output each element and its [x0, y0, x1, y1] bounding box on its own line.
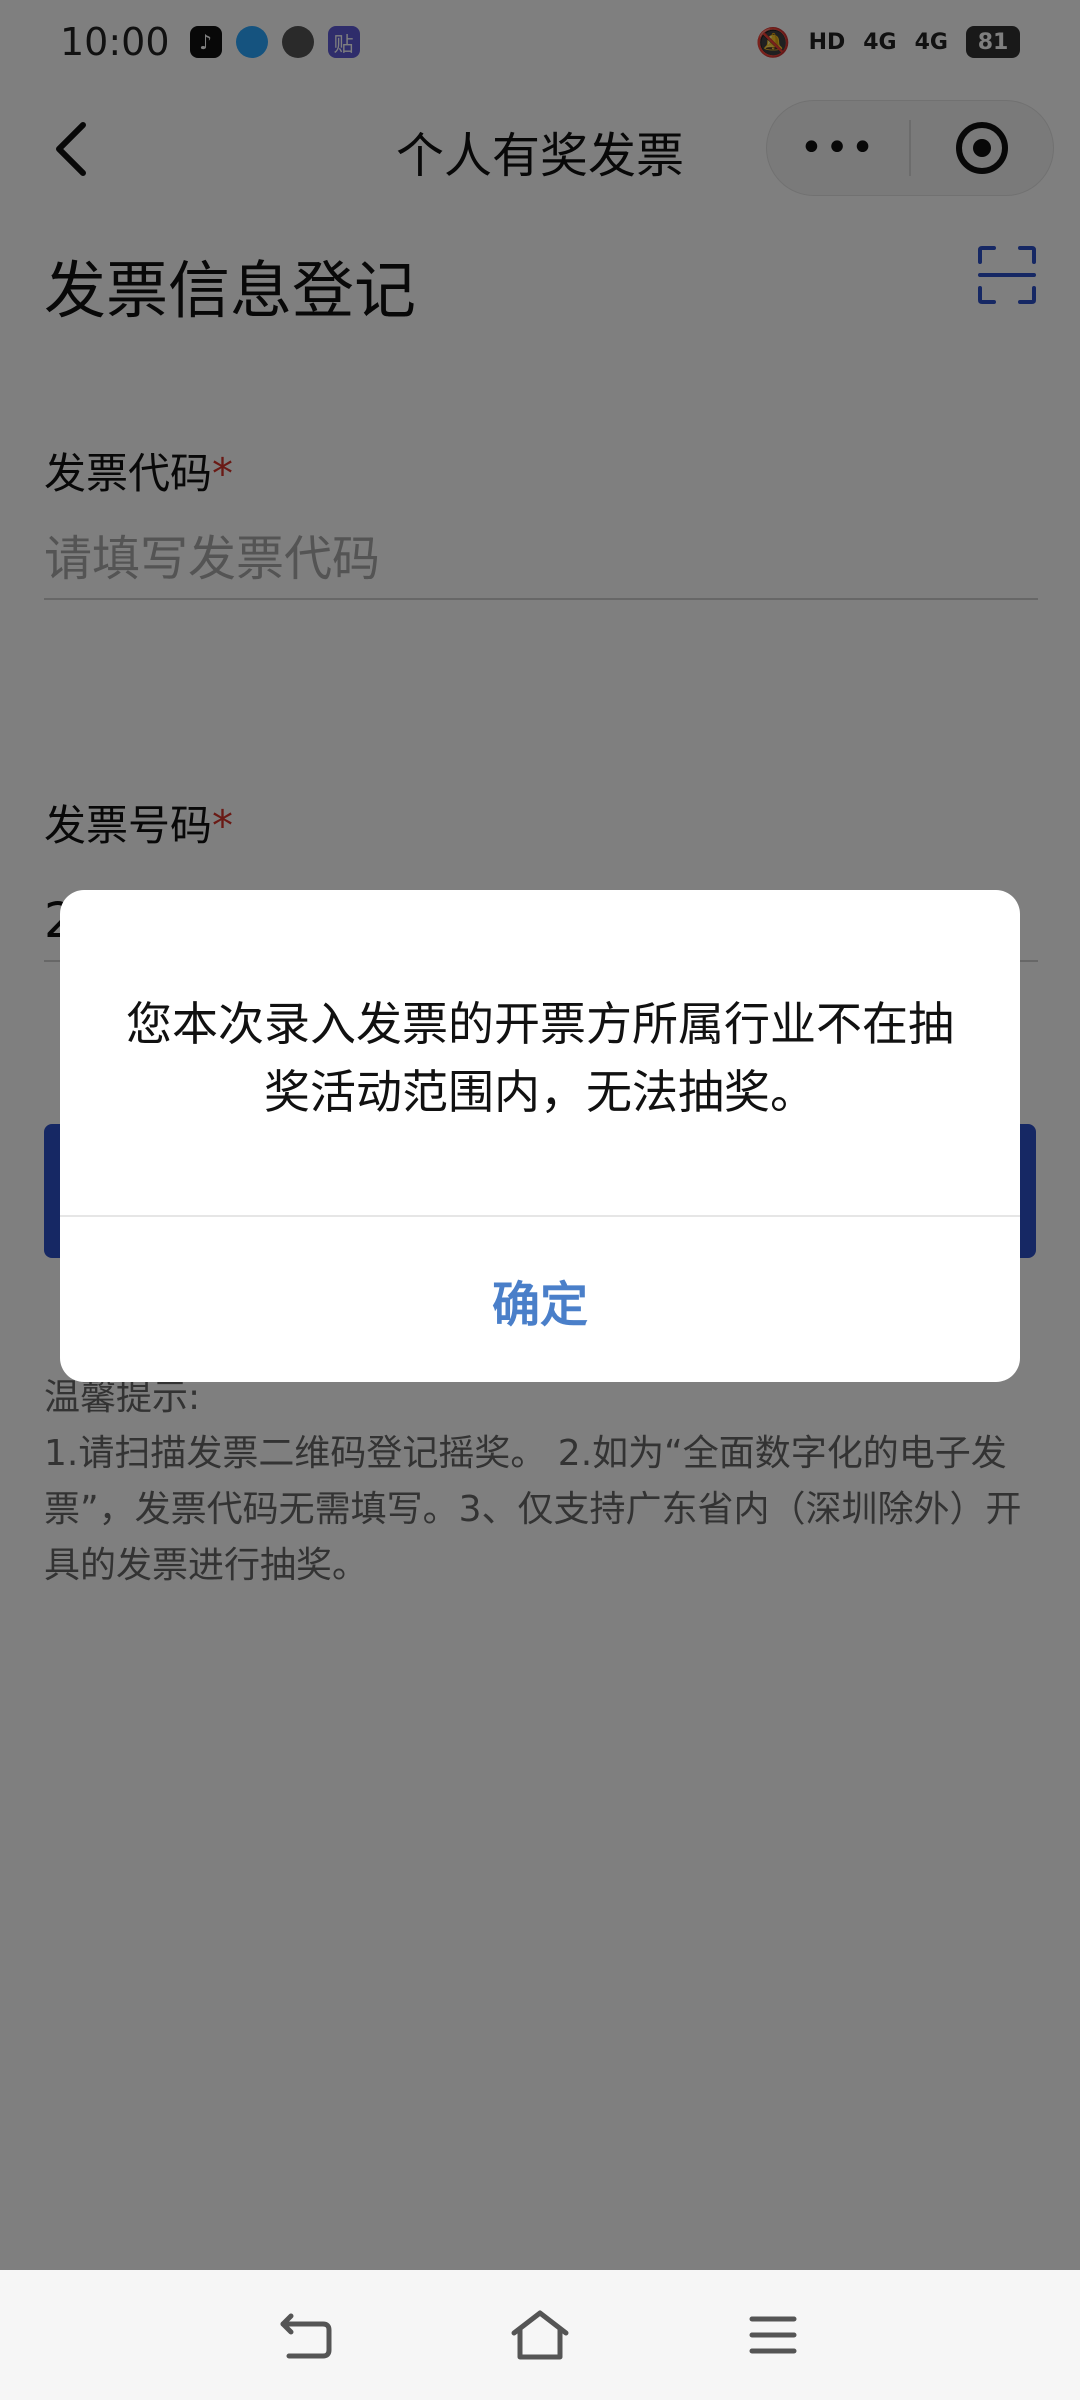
back-arrow-icon [280, 2313, 332, 2359]
menu-icon [749, 2316, 797, 2354]
system-menu-button[interactable] [738, 2300, 808, 2370]
alert-dialog: 您本次录入发票的开票方所属行业不在抽奖活动范围内，无法抽奖。 确定 [60, 890, 1020, 1382]
system-home-button[interactable] [505, 2300, 575, 2370]
system-back-button[interactable] [272, 2300, 342, 2370]
dialog-message: 您本次录入发票的开票方所属行业不在抽奖活动范围内，无法抽奖。 [126, 997, 954, 1119]
confirm-button[interactable]: 确定 [60, 1217, 1020, 1382]
system-nav-bar [0, 2270, 1080, 2400]
home-icon [511, 2310, 569, 2360]
